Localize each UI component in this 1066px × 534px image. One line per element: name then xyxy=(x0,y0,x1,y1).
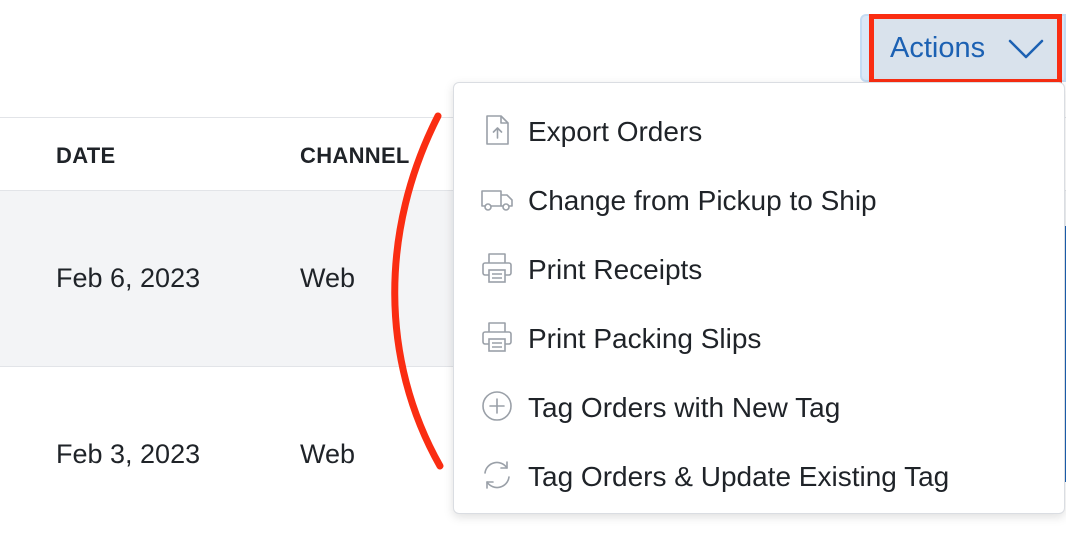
menu-item-export-orders[interactable]: Export Orders xyxy=(454,92,1064,161)
file-upload-icon xyxy=(486,115,509,145)
menu-item-print-packing-slips[interactable]: Print Packing Slips xyxy=(454,299,1064,368)
menu-item-change-pickup-to-ship[interactable]: Change from Pickup to Ship xyxy=(454,161,1064,230)
actions-dropdown-menu: Export Orders Change from Pickup to Ship… xyxy=(453,82,1065,514)
menu-item-label: Tag Orders & Update Existing Tag xyxy=(528,461,950,492)
menu-item-label: Print Packing Slips xyxy=(528,323,762,354)
menu-item-tag-new[interactable]: Tag Orders with New Tag xyxy=(454,368,1064,437)
menu-item-print-receipts[interactable]: Print Receipts xyxy=(454,230,1064,299)
row-date: Feb 3, 2023 xyxy=(56,439,201,469)
row-channel: Web xyxy=(300,263,356,293)
menu-item-label: Print Receipts xyxy=(528,254,703,285)
menu-item-label: Tag Orders with New Tag xyxy=(528,392,841,423)
plus-circle-icon xyxy=(482,391,512,421)
printer-icon xyxy=(482,253,512,283)
truck-icon xyxy=(481,190,513,211)
annotation-arc xyxy=(391,112,444,470)
refresh-icon xyxy=(484,461,510,489)
row-date: Feb 6, 2023 xyxy=(56,263,201,293)
row-channel: Web xyxy=(300,439,356,469)
menu-item-label: Export Orders xyxy=(528,116,703,147)
actions-button-label: Actions xyxy=(890,32,986,64)
menu-item-label: Change from Pickup to Ship xyxy=(528,185,877,216)
chevron-down-icon xyxy=(1008,39,1044,59)
column-header-date[interactable]: DATE xyxy=(56,143,115,169)
printer-icon xyxy=(482,322,512,352)
menu-item-tag-update-existing[interactable]: Tag Orders & Update Existing Tag xyxy=(454,437,1064,506)
